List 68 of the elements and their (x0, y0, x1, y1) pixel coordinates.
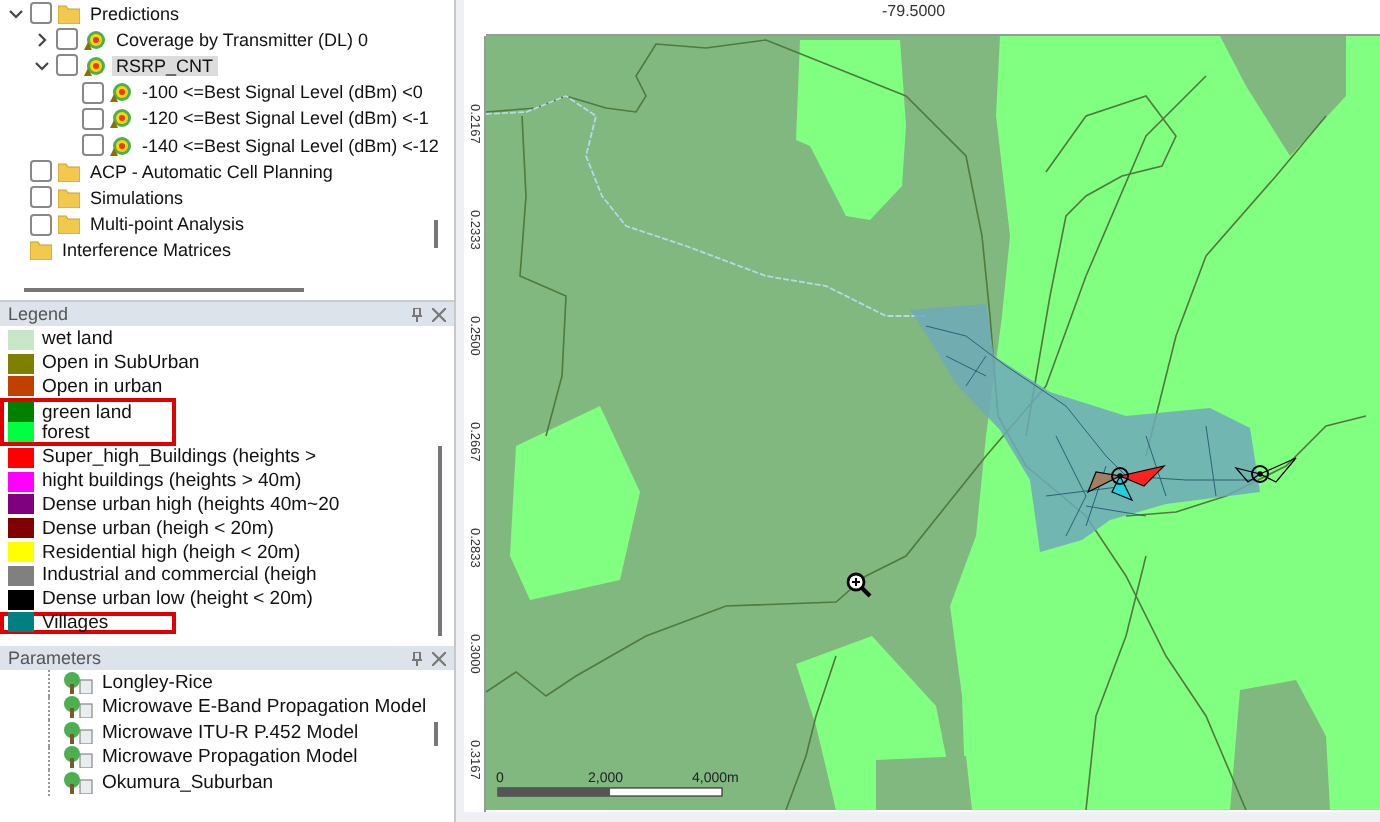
propagation-model-icon (62, 721, 94, 744)
chevron-down-icon[interactable] (8, 5, 24, 22)
antenna-site-icon[interactable] (1086, 464, 1166, 502)
tree-item[interactable]: Predictions (86, 3, 184, 24)
chevron-right-icon[interactable] (34, 31, 50, 48)
folder-icon (58, 161, 80, 182)
tree-item[interactable]: Microwave Propagation Model (102, 746, 358, 769)
legend-label: Residential high (heigh < 20m) (42, 541, 301, 564)
coverage-prediction-icon (110, 108, 132, 129)
checkbox[interactable] (56, 54, 78, 77)
legend-label: Open in urban (42, 375, 163, 398)
ruler-label: -79.5000 (882, 2, 946, 20)
checkbox[interactable] (30, 186, 52, 209)
propagation-model-icon (62, 771, 94, 794)
folder-icon (58, 3, 80, 24)
legend-label: wet land (42, 328, 113, 351)
propagation-model-icon (62, 696, 94, 719)
folder-icon (58, 214, 80, 235)
tree-item[interactable]: Longley-Rice (102, 671, 213, 694)
checkbox[interactable] (82, 81, 104, 104)
vertical-scrollbar[interactable] (434, 722, 439, 746)
folder-icon (58, 187, 80, 208)
tree-item[interactable]: -120 <=Best Signal Level (dBm) <-1 (138, 108, 433, 129)
legend-label: forest (42, 421, 90, 444)
tree-item[interactable]: Interference Matrices (58, 240, 236, 261)
checkbox[interactable] (30, 213, 52, 236)
tree-item[interactable]: Microwave ITU-R P.452 Model (102, 721, 359, 744)
legend-label: Super_high_Buildings (heights > (42, 446, 317, 469)
tree-item[interactable]: Coverage by Transmitter (DL) 0 (112, 29, 373, 50)
legend-label: hight buildings (heights > 40m) (42, 470, 302, 493)
propagation-model-icon (62, 746, 94, 769)
vertical-scrollbar[interactable] (438, 446, 443, 636)
coverage-prediction-icon (84, 29, 106, 50)
checkbox[interactable] (30, 160, 52, 183)
legend-label: Open in SubUrban (42, 352, 200, 375)
checkbox[interactable] (56, 28, 78, 51)
panel-title: Legend (8, 304, 69, 324)
pin-icon[interactable] (410, 307, 425, 321)
legend-label: Industrial and commercial (heigh (42, 564, 317, 587)
legend-label: green land (42, 401, 132, 424)
vertical-scrollbar[interactable] (434, 220, 439, 248)
checkbox[interactable] (82, 134, 104, 157)
chevron-down-icon[interactable] (34, 57, 50, 74)
antenna-site-icon[interactable] (1234, 457, 1297, 483)
close-icon[interactable] (432, 307, 447, 321)
pin-icon[interactable] (410, 651, 425, 665)
panel-title: Parameters (8, 648, 102, 668)
legend-label: Dense urban high (heights 40m~20 (42, 493, 340, 516)
folder-icon (30, 240, 52, 261)
legend-label: Dense urban low (height < 20m) (42, 588, 313, 611)
coverage-prediction-icon (110, 82, 132, 103)
legend-label: Villages (42, 611, 109, 634)
tree-item[interactable]: RSRP_CNT (112, 55, 218, 76)
tree-item[interactable]: Microwave E-Band Propagation Model (102, 696, 427, 719)
tree-item[interactable]: -140 <=Best Signal Level (dBm) <-12 (138, 135, 443, 156)
checkbox[interactable] (30, 2, 52, 25)
horizontal-scrollbar[interactable] (24, 288, 304, 292)
coverage-prediction-icon (84, 55, 106, 76)
checkbox[interactable] (82, 107, 104, 130)
zoom-in-cursor-icon (846, 572, 872, 598)
tree-item[interactable]: Simulations (86, 187, 188, 208)
tree-item[interactable]: Okumura_Suburban (102, 771, 274, 794)
coverage-prediction-icon (110, 135, 132, 156)
legend-label: Dense urban (heigh < 20m) (42, 517, 274, 540)
close-icon[interactable] (432, 651, 447, 665)
tree-item[interactable]: Multi-point Analysis (86, 214, 249, 235)
tree-item[interactable]: ACP - Automatic Cell Planning (86, 161, 337, 182)
tree-item[interactable]: -100 <=Best Signal Level (dBm) <0 (138, 82, 427, 103)
